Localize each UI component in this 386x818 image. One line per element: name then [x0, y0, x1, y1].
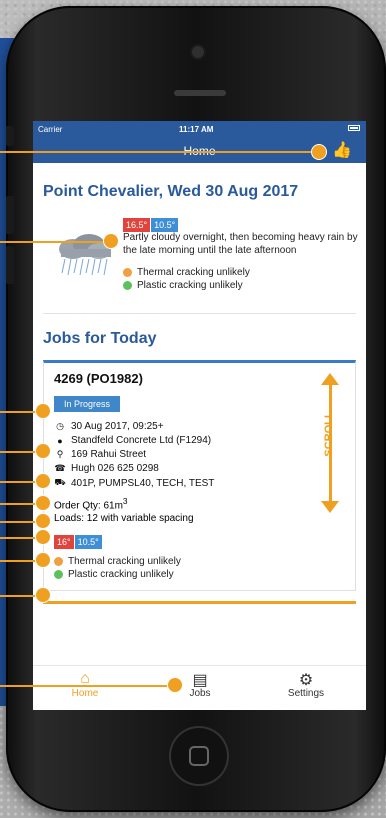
callout-dot-address: [36, 496, 50, 510]
volume-up-button: [6, 196, 14, 234]
front-camera: [192, 46, 204, 58]
job-temp-high-badge: 16°: [54, 535, 74, 550]
callout-line-datetime: [0, 451, 40, 453]
weather-forecast: 16.5° 10.5° Partly cloudy overnight, then…: [43, 215, 358, 299]
scroll-hint: SCROLL: [315, 373, 345, 513]
callout-dot-datetime: [36, 444, 50, 458]
job-contact-row: ☎ Hugh 026 625 0298: [54, 463, 345, 474]
carrier-label: Carrier: [38, 125, 63, 134]
job-card[interactable]: 4269 (PO1982) In Progress ◷ 30 Aug 2017, …: [43, 360, 356, 592]
section-divider: [43, 313, 356, 314]
callout-dot-weather: [104, 234, 118, 248]
job-customer: Standfeld Concrete Ltd (F1294): [71, 435, 212, 446]
temp-high-badge: 16.5°: [123, 218, 151, 232]
orange-status-dot: [123, 268, 132, 277]
location-date-heading: Point Chevalier, Wed 30 Aug 2017: [43, 183, 299, 200]
callout-line-equipment: [0, 537, 40, 539]
thumbs-up-icon[interactable]: 👍: [332, 140, 352, 160]
earpiece-speaker: [174, 90, 226, 96]
callout-line-temperatures: [0, 595, 40, 597]
orange-status-dot: [54, 557, 63, 567]
job-temp-low-badge: 10.5°: [74, 535, 102, 550]
callout-line-thumb: [0, 151, 316, 153]
gears-icon: ⚙: [298, 672, 314, 689]
job-plastic-cracking-row: Plastic cracking unlikely: [54, 569, 345, 580]
callout-dot-jobid: [36, 404, 50, 418]
home-hardware-button[interactable]: [171, 728, 227, 784]
main-content: Point Chevalier, Wed 30 Aug 2017 16.5° 10…: [33, 183, 366, 605]
callout-line-weather: [0, 241, 106, 243]
tab-jobs-label: Jobs: [189, 688, 211, 699]
app-screen: Carrier 11:17 AM Home 👍 Point Chevalier,…: [33, 121, 366, 710]
mute-switch: [6, 126, 14, 146]
tab-settings-label: Settings: [287, 688, 325, 699]
weather-description: Partly cloudy overnight, then becoming h…: [123, 232, 358, 256]
callout-dot-contact: [36, 514, 50, 528]
scroll-label: SCROLL: [323, 411, 335, 457]
truck-icon: ⛟: [54, 477, 66, 487]
job-status-badge: In Progress: [54, 396, 121, 412]
arrow-up-icon: [321, 373, 339, 385]
callout-line-customer: [0, 481, 40, 483]
callout-dot-jobs-tab: [168, 678, 182, 692]
job-datetime-row: ◷ 30 Aug 2017, 09:25+: [54, 421, 345, 432]
job-quantity: Order Qty: 61m3 Loads: 12 with variable …: [54, 495, 345, 525]
tab-bar: ⌂ Home ▤ Jobs ⚙ Settings: [33, 665, 366, 710]
arrow-down-icon: [321, 501, 339, 513]
job-thermal-cracking-row: Thermal cracking unlikely: [54, 556, 345, 567]
orange-rule: [43, 601, 356, 605]
job-address: 169 Rahui Street: [71, 449, 147, 460]
home-square-icon: [189, 746, 209, 766]
status-bar: Carrier 11:17 AM: [33, 121, 366, 137]
job-id: 4269 (PO1982): [54, 371, 143, 386]
callout-line-jobid: [0, 411, 40, 413]
clock-time: 11:17 AM: [179, 125, 214, 134]
job-customer-row: ● Standfeld Concrete Ltd (F1294): [54, 435, 345, 446]
callout-dot-temperatures: [36, 588, 50, 602]
job-contact: Hugh 026 625 0298: [71, 463, 159, 474]
tab-home-label: Home: [71, 688, 99, 699]
order-qty: Order Qty: 61m: [54, 500, 123, 512]
job-equipment: 401P, PUMPSL40, TECH, TEST: [71, 477, 215, 489]
volume-down-button: [6, 246, 14, 284]
battery-icon: [348, 125, 360, 131]
green-status-dot: [54, 570, 63, 580]
clock-icon: ◷: [56, 421, 64, 431]
callout-line-quantity: [0, 560, 40, 562]
callout-line-address: [0, 503, 40, 505]
callout-dot-quantity: [36, 553, 50, 567]
job-temperatures: 16° 10.5°: [54, 532, 345, 550]
tab-settings[interactable]: ⚙ Settings: [256, 670, 356, 699]
person-icon: ●: [57, 435, 63, 446]
green-status-dot: [123, 281, 132, 290]
callout-dot-thumb: [312, 145, 326, 159]
weather-cracking-status: Thermal cracking unlikely Plastic cracki…: [123, 265, 250, 293]
callout-line-jobs-tab: [0, 685, 172, 687]
loads-info: Loads: 12 with variable spacing: [54, 513, 194, 525]
phone-icon: ☎: [54, 463, 66, 473]
job-thermal-cracking-text: Thermal cracking unlikely: [68, 556, 181, 568]
job-datetime: 30 Aug 2017, 09:25+: [71, 421, 164, 432]
job-cracking-status: Thermal cracking unlikely Plastic cracki…: [54, 556, 345, 580]
callout-dot-customer: [36, 474, 50, 488]
map-pin-icon: ⚲: [56, 449, 64, 459]
temp-low-badge: 10.5°: [151, 218, 179, 232]
job-plastic-cracking-text: Plastic cracking unlikely: [68, 569, 174, 581]
order-qty-unit-exponent: 3: [122, 496, 128, 506]
plastic-cracking-row: Plastic cracking unlikely: [123, 280, 250, 291]
jobs-section-title: Jobs for Today: [43, 330, 157, 347]
job-equipment-row: ⛟ 401P, PUMPSL40, TECH, TEST: [54, 477, 345, 489]
callout-dot-equipment: [36, 530, 50, 544]
job-address-row: ⚲ 169 Rahui Street: [54, 449, 345, 460]
callout-line-contact: [0, 521, 40, 523]
plastic-cracking-text: Plastic cracking unlikely: [137, 280, 243, 291]
thermal-cracking-text: Thermal cracking unlikely: [137, 267, 250, 278]
thermal-cracking-row: Thermal cracking unlikely: [123, 267, 250, 278]
